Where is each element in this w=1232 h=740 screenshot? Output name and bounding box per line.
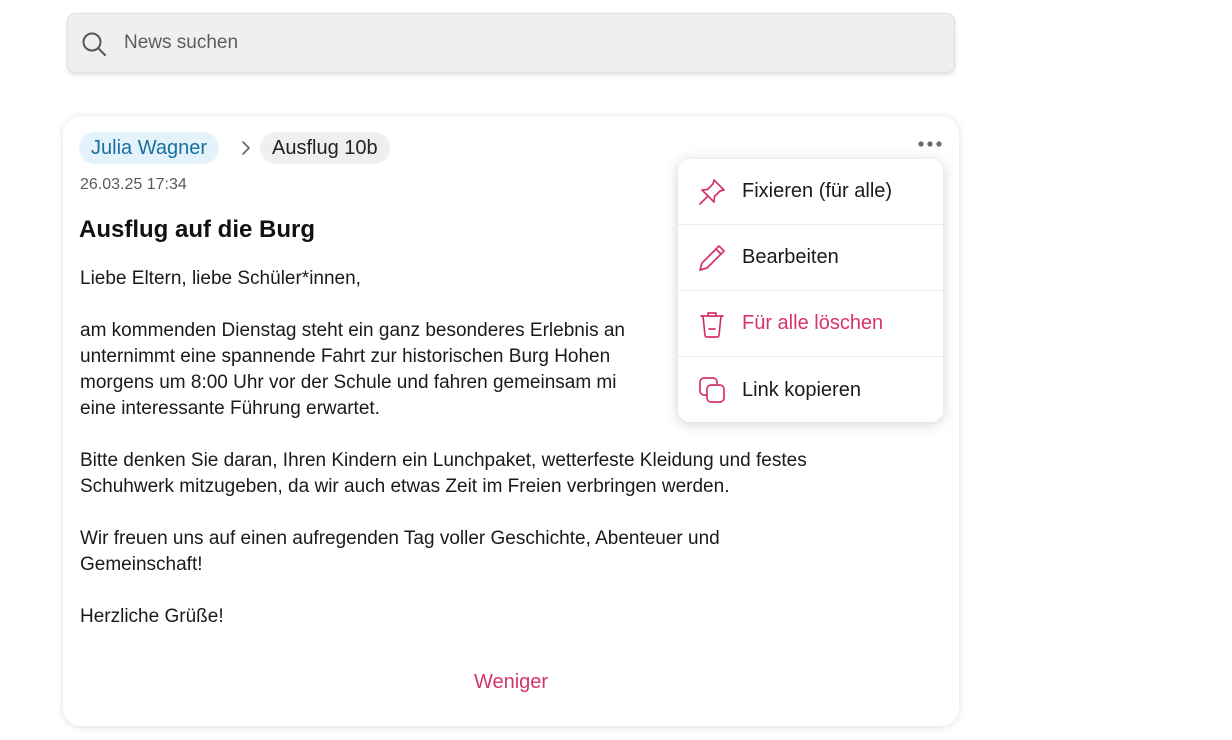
menu-item-label: Für alle löschen — [742, 312, 884, 334]
menu-item-label: Link kopieren — [742, 378, 861, 401]
menu-item-label: Bearbeiten — [742, 246, 839, 268]
show-less-button[interactable]: Weniger — [63, 671, 959, 694]
menu-item-pin[interactable]: Fixieren (für alle) — [678, 159, 943, 225]
author-chip[interactable]: Julia Wagner — [79, 132, 219, 164]
group-chip[interactable]: Ausflug 10b — [260, 132, 390, 164]
search-bar[interactable] — [67, 13, 955, 73]
trash-icon — [700, 312, 724, 338]
menu-item-edit[interactable]: Bearbeiten — [678, 225, 943, 291]
search-input[interactable] — [122, 28, 922, 58]
post-title: Ausflug auf die Burg — [79, 216, 315, 243]
post-paragraph: Bitte denken Sie daran, Ihren Kindern ei… — [80, 450, 807, 497]
more-options-icon[interactable] — [915, 136, 945, 152]
menu-item-copy-link[interactable]: Link kopieren — [678, 357, 943, 422]
copy-icon — [699, 377, 725, 403]
post-paragraph: Wir freuen uns auf einen aufregenden Tag… — [80, 528, 720, 575]
post-paragraph: Herzliche Grüße! — [80, 606, 224, 627]
search-icon — [82, 32, 106, 56]
menu-item-label: Fixieren (für alle) — [742, 180, 893, 202]
post-options-menu: Fixieren (für alle) Bearbeiten Für alle … — [678, 159, 943, 422]
pencil-icon — [699, 245, 725, 271]
post-date: 26.03.25 17:34 — [80, 176, 187, 193]
chevron-right-icon — [242, 141, 250, 155]
pin-icon — [699, 179, 725, 205]
menu-item-delete[interactable]: Für alle löschen — [678, 291, 943, 357]
